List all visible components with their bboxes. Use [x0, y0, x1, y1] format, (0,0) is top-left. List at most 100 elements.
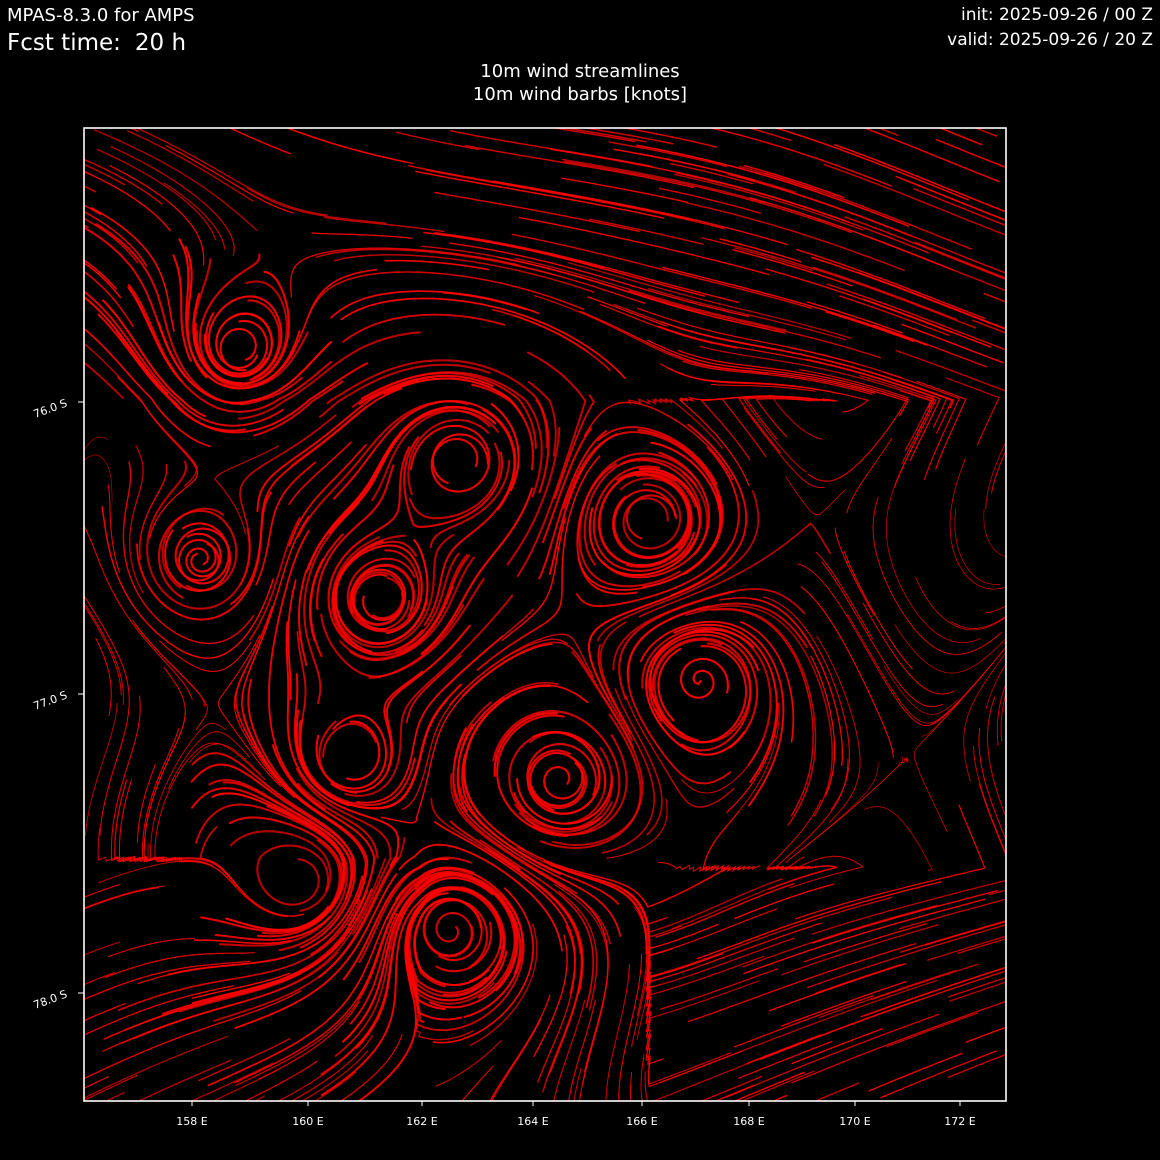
streamline — [449, 638, 568, 706]
y-tick-label: 78.0 S — [32, 988, 69, 1012]
streamline — [938, 128, 982, 146]
streamline — [702, 702, 780, 872]
streamline — [108, 937, 196, 958]
streamline — [126, 130, 254, 202]
streamline — [996, 682, 1006, 747]
streamline — [658, 325, 935, 409]
streamline — [247, 187, 387, 224]
streamline — [915, 183, 1006, 222]
streamline — [971, 319, 1006, 334]
streamline — [84, 702, 118, 836]
streamline — [306, 271, 585, 320]
streamline — [671, 865, 838, 929]
x-tick-label: 170 E — [839, 1115, 870, 1128]
streamline — [289, 268, 378, 357]
streamline — [211, 1069, 278, 1101]
streamline — [637, 428, 724, 576]
streamline — [640, 1054, 645, 1101]
streamline — [950, 615, 1006, 629]
streamline — [833, 144, 1006, 213]
streamlines — [84, 128, 1006, 1101]
streamline — [885, 432, 982, 643]
streamline — [797, 563, 994, 727]
streamline — [883, 665, 958, 715]
streamline — [297, 400, 469, 538]
streamline — [954, 508, 1001, 585]
streamline — [880, 1050, 997, 1099]
x-tick-label: 168 E — [733, 1115, 764, 1128]
streamline — [405, 654, 462, 724]
streamline — [489, 994, 551, 1101]
streamline — [84, 1035, 228, 1099]
streamline — [946, 377, 1001, 446]
streamline — [742, 397, 837, 473]
streamline — [935, 138, 1006, 169]
streamline — [872, 496, 1002, 655]
streamline — [462, 684, 589, 816]
streamline — [920, 674, 984, 737]
streamline — [550, 864, 674, 957]
streamline — [794, 755, 903, 856]
streamline — [745, 1034, 822, 1065]
streamline — [434, 191, 640, 233]
x-tick-label: 162 E — [406, 1115, 437, 1128]
streamline — [877, 128, 899, 137]
streamline — [514, 257, 787, 331]
streamline — [435, 1040, 502, 1087]
streamline — [727, 173, 912, 237]
streamline — [84, 971, 116, 986]
y-axis: 76.0 S 77.0 S 78.0 S — [32, 397, 84, 1012]
streamline — [84, 884, 120, 898]
streamline — [543, 860, 668, 925]
streamline — [900, 920, 1006, 953]
streamline — [868, 1052, 963, 1092]
streamline — [806, 301, 904, 334]
x-tick-label: 166 E — [626, 1115, 657, 1128]
streamline — [978, 727, 1006, 841]
x-tick-label: 160 E — [292, 1115, 323, 1128]
streamline — [324, 216, 445, 233]
streamline — [679, 657, 729, 699]
streamline — [345, 720, 381, 781]
streamline — [605, 964, 630, 1101]
streamline — [311, 232, 413, 239]
streamline — [84, 436, 109, 451]
streamline — [529, 731, 607, 790]
streamline — [84, 941, 120, 956]
streamline — [894, 624, 1006, 674]
streamline — [846, 613, 1006, 724]
streamline — [719, 238, 802, 263]
streamline — [84, 1074, 138, 1101]
streamline — [285, 128, 407, 163]
streamline — [114, 779, 288, 918]
streamline — [129, 128, 139, 132]
streamline — [630, 1071, 633, 1101]
streamline — [732, 249, 853, 287]
streamline — [134, 624, 206, 707]
streamline — [973, 128, 998, 137]
streamline — [598, 470, 678, 567]
streamline — [84, 361, 124, 399]
streamline — [589, 218, 704, 245]
streamline — [645, 928, 765, 996]
streamline — [864, 806, 933, 871]
x-tick-label: 164 E — [517, 1115, 548, 1128]
streamline — [93, 129, 258, 231]
streamline — [927, 935, 1006, 961]
streamline — [423, 899, 489, 968]
streamline — [733, 1071, 805, 1101]
streamline — [710, 383, 816, 392]
streamline — [383, 670, 424, 771]
x-tick-label: 172 E — [944, 1115, 975, 1128]
streamline — [702, 811, 746, 873]
y-tick-label: 77.0 S — [32, 689, 69, 713]
streamline — [957, 938, 1006, 955]
streamline — [322, 722, 377, 758]
streamline — [963, 651, 1006, 782]
streamline — [492, 308, 589, 353]
streamline — [198, 1038, 291, 1082]
streamline — [84, 887, 160, 910]
streamline — [301, 1050, 369, 1101]
x-axis: 158 E 160 E 162 E 164 E 166 E 168 E 170 … — [176, 1101, 976, 1128]
streamline — [501, 517, 567, 642]
